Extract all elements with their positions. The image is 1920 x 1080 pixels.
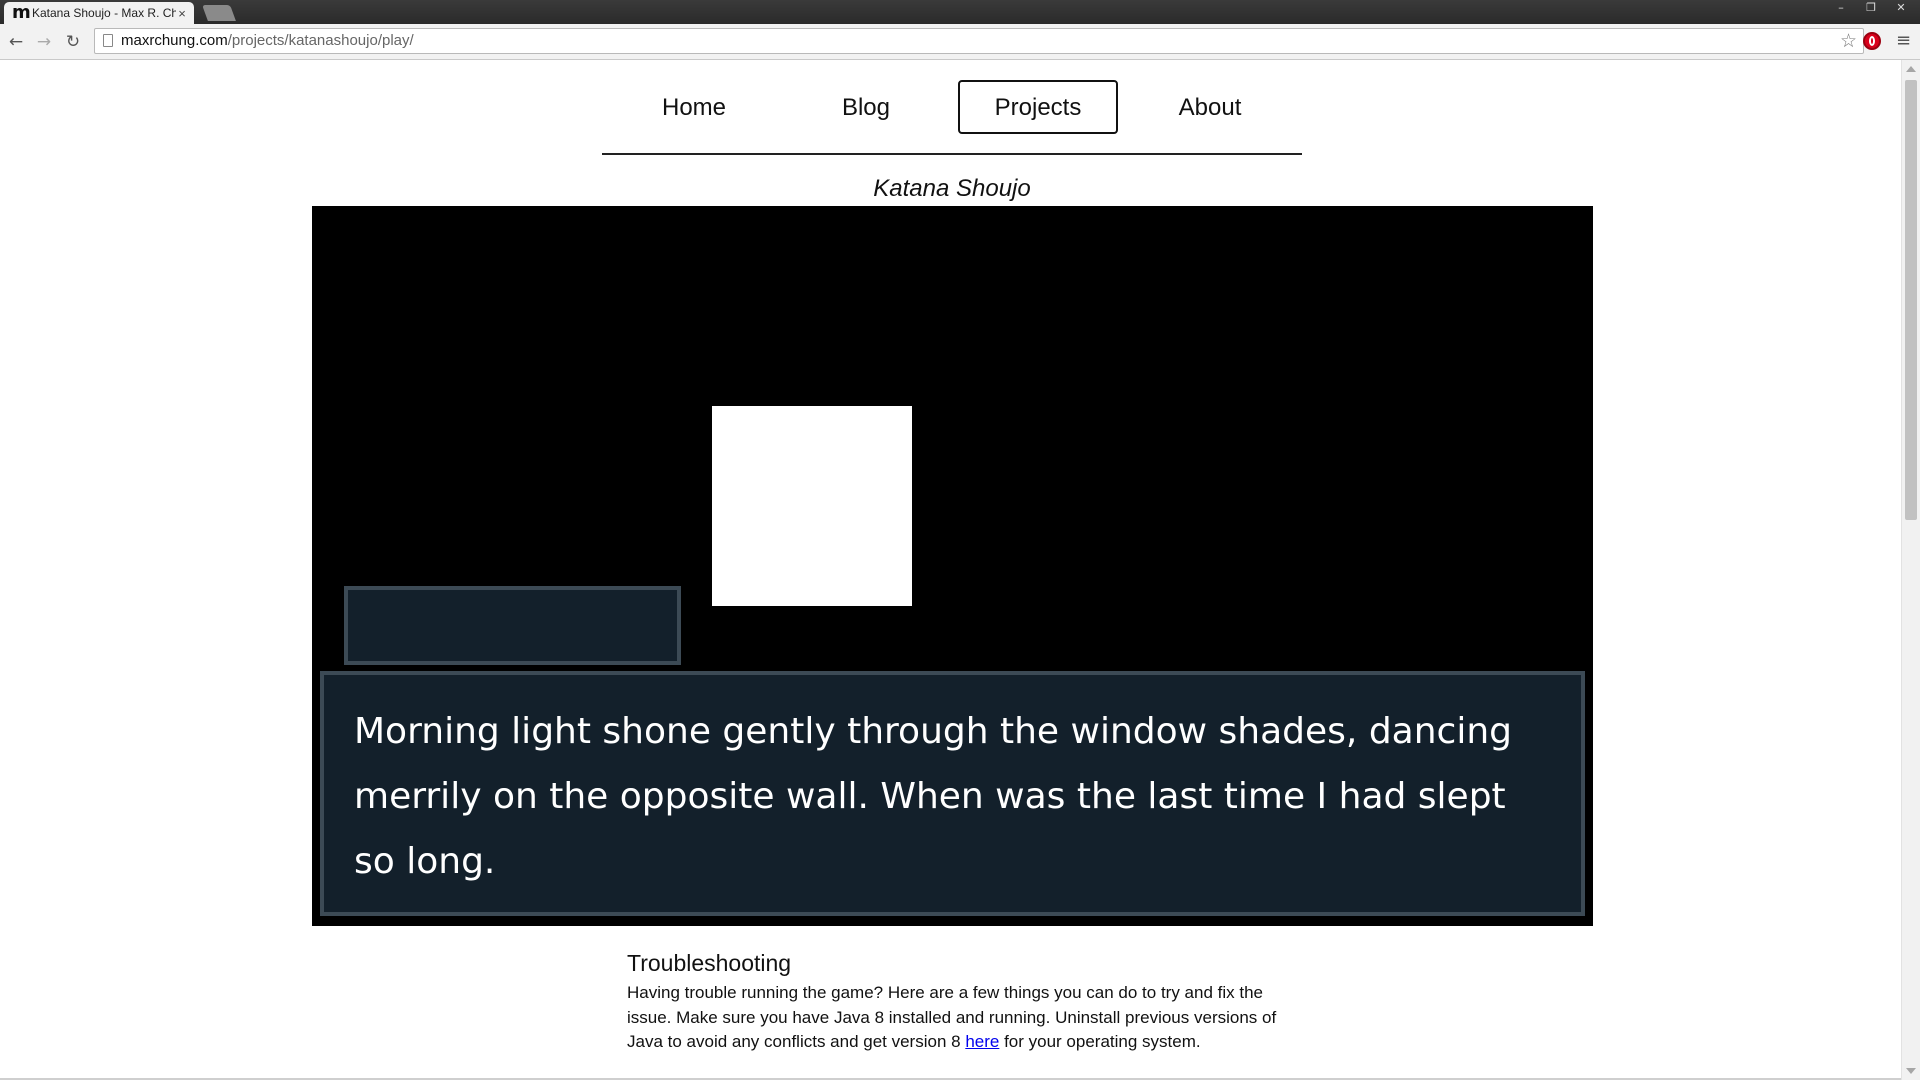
troubleshooting-heading: Troubleshooting (627, 950, 792, 976)
dialogue-text: Morning light shone gently through the w… (354, 711, 1513, 882)
page-icon (103, 34, 113, 47)
game-title: Katana Shoujo (873, 175, 1031, 202)
page-scrollbar[interactable] (1901, 60, 1920, 1080)
forward-arrow-icon[interactable]: → (34, 32, 54, 52)
java-download-link[interactable]: here (965, 1032, 999, 1051)
tab-title: Katana Shoujo - Max R. Ch (32, 6, 176, 20)
site-favicon-icon: m (12, 2, 31, 23)
url-host: maxrchung.com (121, 32, 228, 49)
scrollbar-thumb[interactable] (1905, 80, 1917, 520)
minimize-button[interactable]: – (1828, 0, 1854, 18)
site-navigation: Home Blog Projects About (602, 60, 1302, 155)
nav-projects-link[interactable]: Projects (958, 80, 1118, 134)
browser-tab[interactable]: m Katana Shoujo - Max R. Ch × (4, 2, 194, 24)
dialogue-box[interactable]: Morning light shone gently through the w… (320, 671, 1585, 916)
browser-toolbar: ← → ↻ maxrchung.com/projects/katanashouj… (0, 24, 1920, 60)
close-window-button[interactable]: ✕ (1888, 0, 1914, 18)
game-canvas[interactable]: Morning light shone gently through the w… (312, 206, 1593, 926)
url-text[interactable]: maxrchung.com/projects/katanashoujo/play… (121, 32, 414, 49)
address-bar[interactable]: maxrchung.com/projects/katanashoujo/play… (94, 28, 1864, 54)
page-viewport: Home Blog Projects About Katana Shoujo M… (0, 60, 1901, 1080)
scroll-up-arrow-icon[interactable] (1906, 66, 1916, 72)
reload-icon[interactable]: ↻ (63, 32, 83, 52)
opera-icon[interactable] (1863, 32, 1881, 50)
new-tab-button[interactable] (202, 5, 236, 21)
window-controls: – ❐ ✕ (1828, 0, 1914, 18)
speaker-name-box (344, 586, 681, 665)
nav-home-link[interactable]: Home (614, 80, 774, 134)
hamburger-menu-icon[interactable]: ≡ (1896, 32, 1912, 52)
star-icon[interactable]: ☆ (1840, 30, 1857, 52)
troubleshooting-section: Troubleshooting Having trouble running t… (627, 950, 1287, 1055)
troubleshooting-text: Having trouble running the game? Here ar… (627, 981, 1287, 1055)
troubleshooting-text-end: for your operating system. (999, 1032, 1201, 1051)
scroll-down-arrow-icon[interactable] (1906, 1068, 1916, 1074)
restore-button[interactable]: ❐ (1858, 0, 1884, 18)
tab-close-icon[interactable]: × (176, 6, 188, 21)
back-arrow-icon[interactable]: ← (6, 32, 26, 52)
character-sprite (712, 406, 912, 606)
browser-title-bar: m Katana Shoujo - Max R. Ch × – ❐ ✕ (0, 0, 1920, 24)
url-path: /projects/katanashoujo/play/ (227, 32, 414, 49)
nav-blog-link[interactable]: Blog (786, 80, 946, 134)
nav-about-link[interactable]: About (1130, 80, 1290, 134)
